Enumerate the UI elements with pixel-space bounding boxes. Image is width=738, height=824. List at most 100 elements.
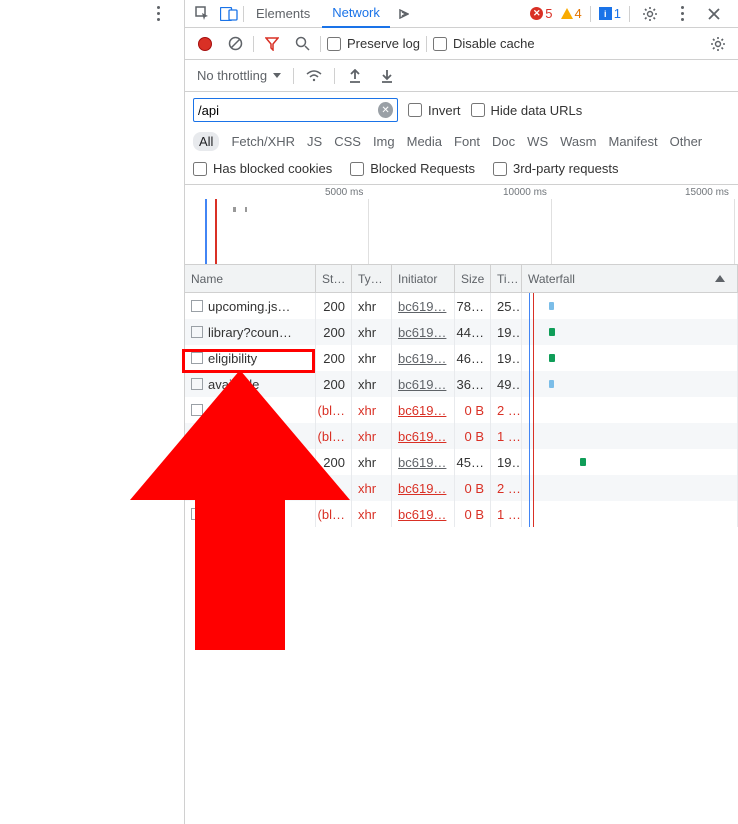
col-status[interactable]: St… [316, 265, 352, 292]
table-row[interactable]: (bl…xhrbc619…0 B2 … [185, 475, 738, 501]
download-icon[interactable] [375, 64, 399, 88]
table-row[interactable]: available200xhrbc619…36…49… [185, 371, 738, 397]
row-checkbox[interactable] [191, 404, 203, 416]
initiator-link[interactable]: bc619… [398, 455, 446, 470]
time-cell: 1 … [491, 423, 522, 449]
wifi-icon[interactable] [302, 64, 326, 88]
row-checkbox[interactable] [191, 326, 203, 338]
filter-fetch[interactable]: Fetch/XHR [231, 134, 295, 149]
more-tabs-icon[interactable] [392, 2, 416, 26]
initiator-link[interactable]: bc619… [398, 507, 446, 522]
status-cell: (bl… [316, 397, 352, 423]
time-cell: 19… [491, 345, 522, 371]
initiator-link[interactable]: bc619… [398, 481, 446, 496]
type-cell: xhr [352, 371, 392, 397]
type-cell: xhr [352, 449, 392, 475]
col-waterfall[interactable]: Waterfall [522, 265, 738, 292]
filter-css[interactable]: CSS [334, 134, 361, 149]
blocked-cookies-checkbox[interactable]: Has blocked cookies [193, 161, 332, 176]
filter-all[interactable]: All [193, 132, 219, 151]
waterfall-cell [522, 345, 738, 371]
preserve-log-checkbox[interactable]: Preserve log [327, 36, 420, 51]
waterfall-cell [522, 475, 738, 501]
time-cell: 19… [491, 319, 522, 345]
table-row[interactable]: library?coun…200xhrbc619…44…19… [185, 319, 738, 345]
initiator-link[interactable]: bc619… [398, 377, 446, 392]
size-cell: 78… [455, 293, 491, 319]
filter-manifest[interactable]: Manifest [608, 134, 657, 149]
table-row[interactable]: (bl…xhrbc619…0 B1 … [185, 501, 738, 527]
filter-other[interactable]: Other [670, 134, 703, 149]
request-name: eligibility [208, 351, 257, 366]
filter-js[interactable]: JS [307, 134, 322, 149]
close-icon[interactable] [702, 2, 726, 26]
gear-icon[interactable] [638, 2, 662, 26]
invert-checkbox[interactable]: Invert [408, 103, 461, 118]
filter-font[interactable]: Font [454, 134, 480, 149]
warning-count[interactable]: 4 [561, 6, 582, 21]
overflow-icon[interactable] [670, 2, 694, 26]
network-settings-icon[interactable] [706, 32, 730, 56]
col-time[interactable]: Ti… [491, 265, 522, 292]
table-row[interactable]: 200xhrbc619…45…19… [185, 449, 738, 475]
search-icon[interactable] [290, 32, 314, 56]
timeline-overview[interactable]: 5000 ms 10000 ms 15000 ms [185, 185, 738, 265]
initiator-link[interactable]: bc619… [398, 325, 446, 340]
clear-filter-icon[interactable]: ✕ [378, 102, 393, 118]
filter-wasm[interactable]: Wasm [560, 134, 596, 149]
blocked-requests-checkbox[interactable]: Blocked Requests [350, 161, 475, 176]
status-cell: (bl… [316, 501, 352, 527]
status-cell: 200 [316, 319, 352, 345]
row-checkbox[interactable] [191, 508, 203, 520]
record-button[interactable] [193, 32, 217, 56]
filter-media[interactable]: Media [407, 134, 442, 149]
kebab-menu[interactable] [148, 6, 168, 21]
initiator-link[interactable]: bc619… [398, 429, 446, 444]
size-cell: 45… [455, 449, 491, 475]
row-checkbox[interactable] [191, 378, 203, 390]
size-cell: 0 B [455, 501, 491, 527]
filter-ws[interactable]: WS [527, 134, 548, 149]
tab-network[interactable]: Network [322, 0, 390, 28]
initiator-link[interactable]: bc619… [398, 403, 446, 418]
error-count[interactable]: ✕5 [530, 6, 552, 21]
upload-icon[interactable] [343, 64, 367, 88]
status-cell: 200 [316, 345, 352, 371]
disable-cache-checkbox[interactable]: Disable cache [433, 36, 535, 51]
filter-doc[interactable]: Doc [492, 134, 515, 149]
initiator-link[interactable]: bc619… [398, 351, 446, 366]
col-name[interactable]: Name [185, 265, 316, 292]
time-cell: 19… [491, 449, 522, 475]
inspect-icon[interactable] [191, 2, 215, 26]
row-checkbox[interactable] [191, 300, 203, 312]
col-size[interactable]: Size [455, 265, 491, 292]
filter-icon[interactable] [260, 32, 284, 56]
waterfall-cell [522, 293, 738, 319]
row-checkbox[interactable] [191, 352, 203, 364]
table-row[interactable]: eligibility200xhrbc619…46…19… [185, 345, 738, 371]
size-cell: 0 B [455, 475, 491, 501]
initiator-link[interactable]: bc619… [398, 299, 446, 314]
request-name: library?coun… [208, 325, 292, 340]
row-checkbox[interactable] [191, 456, 203, 468]
table-row[interactable]: upcoming.js…200xhrbc619…78…25… [185, 293, 738, 319]
col-type[interactable]: Ty… [352, 265, 392, 292]
table-row[interactable]: (bl…xhrbc619…0 B2 … [185, 397, 738, 423]
row-checkbox[interactable] [191, 430, 203, 442]
clear-icon[interactable] [223, 32, 247, 56]
waterfall-cell [522, 423, 738, 449]
tab-elements[interactable]: Elements [246, 0, 320, 28]
info-count[interactable]: i1 [599, 6, 621, 21]
filter-input[interactable]: ✕ [193, 98, 398, 122]
third-party-checkbox[interactable]: 3rd-party requests [493, 161, 619, 176]
time-cell: 2 … [491, 397, 522, 423]
row-checkbox[interactable] [191, 482, 203, 494]
col-initiator[interactable]: Initiator [392, 265, 455, 292]
size-cell: 44… [455, 319, 491, 345]
hide-data-urls-checkbox[interactable]: Hide data URLs [471, 103, 583, 118]
sort-asc-icon [715, 275, 725, 282]
throttling-dropdown[interactable]: No throttling [193, 66, 285, 85]
table-row[interactable]: (bl…xhrbc619…0 B1 … [185, 423, 738, 449]
filter-img[interactable]: Img [373, 134, 395, 149]
device-icon[interactable] [217, 2, 241, 26]
